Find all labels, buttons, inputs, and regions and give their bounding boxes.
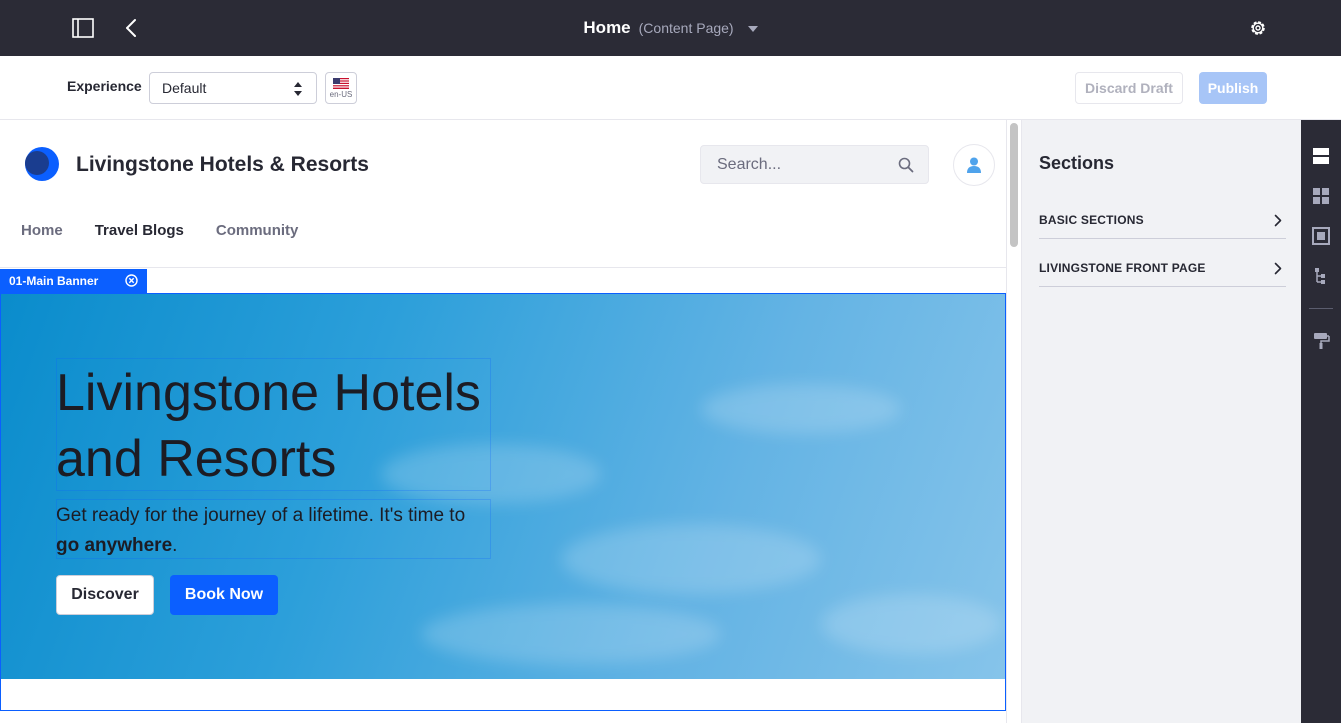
section-collection-basic-sections[interactable]: BASIC SECTIONS (1039, 202, 1286, 239)
user-icon (967, 157, 981, 173)
fragment-icon[interactable] (1312, 227, 1330, 245)
experience-label: Experience (67, 78, 142, 94)
fragment-tag[interactable]: 01-Main Banner (0, 269, 147, 293)
page-title: Home (583, 18, 631, 37)
page-canvas: Livingstone Hotels & Resorts Search... H… (0, 120, 1006, 723)
hero-subtitle-end: . (172, 535, 178, 556)
chevron-right-icon (1274, 214, 1282, 227)
chevron-right-icon (1274, 262, 1282, 275)
cloud-decoration (821, 594, 1001, 654)
cloud-decoration (561, 524, 821, 594)
remove-fragment-icon[interactable] (125, 274, 138, 287)
site-search-input[interactable]: Search... (700, 145, 929, 184)
section-collection-label: BASIC SECTIONS (1039, 213, 1144, 227)
scrollbar-thumb[interactable] (1010, 123, 1018, 247)
language-code: en-US (329, 89, 353, 99)
section-collection-livingstone-front-page[interactable]: LIVINGSTONE FRONT PAGE (1039, 250, 1286, 287)
us-flag-icon (333, 77, 349, 89)
section-collection-label: LIVINGSTONE FRONT PAGE (1039, 261, 1206, 275)
nav-item-community[interactable]: Community (216, 222, 299, 239)
sections-panel: Sections BASIC SECTIONS LIVINGSTONE FRON… (1021, 120, 1301, 723)
language-selector-button[interactable]: en-US (325, 72, 357, 104)
page-structure-icon[interactable] (1312, 267, 1330, 285)
cloud-decoration (421, 604, 721, 664)
page-type-label: (Content Page) (638, 20, 734, 36)
discard-draft-button[interactable]: Discard Draft (1075, 72, 1183, 104)
panel-title: Sections (1039, 153, 1115, 173)
hero-subtitle-text: Get ready for the journey of a lifetime.… (56, 505, 466, 526)
top-bar: Home (Content Page) (0, 0, 1341, 56)
nav-item-home[interactable]: Home (21, 222, 63, 239)
cloud-decoration (701, 384, 901, 434)
search-placeholder: Search... (717, 155, 782, 173)
hero-title[interactable]: Livingstone Hotels and Resorts (56, 360, 496, 492)
site-header: Livingstone Hotels & Resorts Search... H… (0, 120, 1006, 268)
page-title-dropdown[interactable]: Home (Content Page) (0, 0, 1341, 56)
look-and-feel-icon[interactable] (1312, 332, 1330, 350)
widgets-icon[interactable] (1312, 187, 1330, 205)
site-navigation: Home Travel Blogs Community (21, 222, 298, 239)
hero-subtitle-bold: go anywhere (56, 535, 173, 556)
publish-button[interactable]: Publish (1199, 72, 1267, 104)
select-arrows-icon (294, 82, 302, 96)
sections-icon[interactable] (1312, 147, 1330, 165)
experience-toolbar: Experience Default en-US Discard Draft P… (0, 56, 1341, 120)
hero-subtitle[interactable]: Get ready for the journey of a lifetime.… (56, 501, 486, 561)
search-icon[interactable] (898, 157, 914, 173)
fragment-tag-label: 01-Main Banner (9, 274, 99, 288)
nav-item-travel-blogs[interactable]: Travel Blogs (95, 222, 184, 239)
book-now-button[interactable]: Book Now (170, 575, 278, 615)
sidebar-rail (1301, 120, 1341, 723)
user-avatar-button[interactable] (953, 144, 995, 186)
discover-button[interactable]: Discover (56, 575, 154, 615)
rail-divider (1309, 308, 1333, 309)
experience-select-value: Default (162, 80, 207, 96)
experience-select[interactable]: Default (149, 72, 317, 104)
caret-down-icon (747, 26, 758, 32)
site-logo-icon[interactable] (21, 146, 61, 182)
site-name[interactable]: Livingstone Hotels & Resorts (76, 153, 369, 177)
canvas-scrollbar[interactable] (1006, 120, 1021, 723)
gear-icon[interactable] (1249, 19, 1267, 37)
